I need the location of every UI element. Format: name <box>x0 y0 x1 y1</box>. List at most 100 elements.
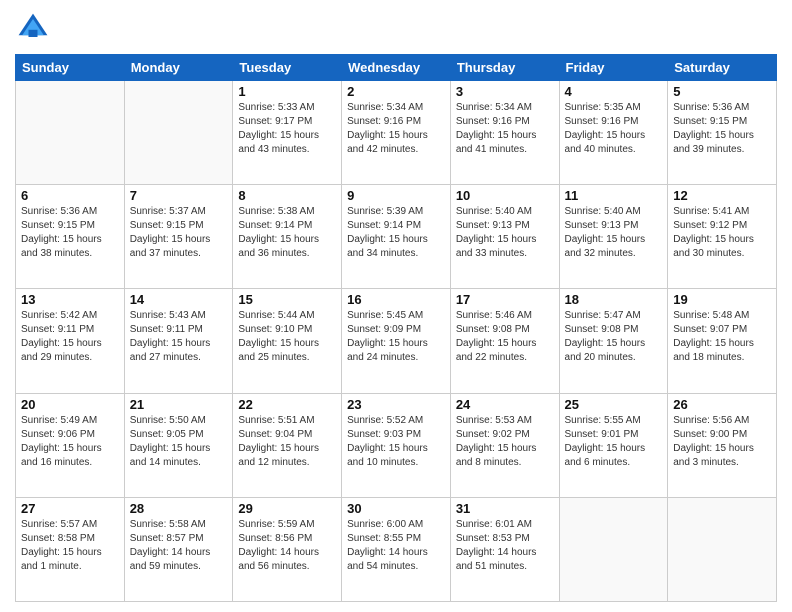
day-info: Sunrise: 5:47 AM Sunset: 9:08 PM Dayligh… <box>565 309 663 365</box>
day-info: Sunrise: 5:34 AM Sunset: 9:16 PM Dayligh… <box>456 101 554 157</box>
logo <box>15 10 55 46</box>
calendar-cell <box>124 81 233 185</box>
calendar-cell: 30Sunrise: 6:00 AM Sunset: 8:55 PM Dayli… <box>342 497 451 601</box>
calendar-week-3: 13 Sunrise: 5:42 AM Sunset: 9:11 PM Dayli… <box>16 289 777 393</box>
logo-icon <box>15 10 51 46</box>
calendar-cell: 29 Sunrise: 5:59 AM Sunset: 8:56 PM Dayli… <box>233 497 342 601</box>
day-header-monday: Monday <box>124 55 233 81</box>
day-number: 16 <box>347 292 445 307</box>
day-number: 23 <box>347 397 445 412</box>
day-info: Sunrise: 5:52 AM Sunset: 9:03 PM Dayligh… <box>347 414 445 470</box>
day-number: 11 <box>565 188 663 203</box>
day-info: Sunrise: 5:48 AM Sunset: 9:07 PM Dayligh… <box>673 309 771 365</box>
calendar-cell: 11 Sunrise: 5:40 AM Sunset: 9:13 PM Dayli… <box>559 185 668 289</box>
calendar-cell: 2 Sunrise: 5:34 AM Sunset: 9:16 PM Daylig… <box>342 81 451 185</box>
day-info: Sunrise: 5:58 AM Sunset: 8:57 PM Dayligh… <box>130 518 228 574</box>
calendar-cell: 6 Sunrise: 5:36 AM Sunset: 9:15 PM Daylig… <box>16 185 125 289</box>
day-number: 9 <box>347 188 445 203</box>
calendar-cell: 21 Sunrise: 5:50 AM Sunset: 9:05 PM Dayli… <box>124 393 233 497</box>
calendar-cell <box>16 81 125 185</box>
day-info: Sunrise: 5:40 AM Sunset: 9:13 PM Dayligh… <box>565 205 663 261</box>
day-number: 30 <box>347 501 445 516</box>
day-number: 31 <box>456 501 554 516</box>
day-number: 4 <box>565 84 663 99</box>
day-info: Sunrise: 5:45 AM Sunset: 9:09 PM Dayligh… <box>347 309 445 365</box>
day-number: 29 <box>238 501 336 516</box>
day-number: 12 <box>673 188 771 203</box>
day-info: Sunrise: 5:38 AM Sunset: 9:14 PM Dayligh… <box>238 205 336 261</box>
day-info: Sunrise: 5:56 AM Sunset: 9:00 PM Dayligh… <box>673 414 771 470</box>
day-info: Sunrise: 5:42 AM Sunset: 9:11 PM Dayligh… <box>21 309 119 365</box>
calendar-cell: 10Sunrise: 5:40 AM Sunset: 9:13 PM Dayli… <box>450 185 559 289</box>
calendar-cell: 25 Sunrise: 5:55 AM Sunset: 9:01 PM Dayli… <box>559 393 668 497</box>
calendar-header-row: SundayMondayTuesdayWednesdayThursdayFrid… <box>16 55 777 81</box>
calendar-cell: 15 Sunrise: 5:44 AM Sunset: 9:10 PM Dayli… <box>233 289 342 393</box>
day-info: Sunrise: 5:35 AM Sunset: 9:16 PM Dayligh… <box>565 101 663 157</box>
day-info: Sunrise: 5:40 AM Sunset: 9:13 PM Dayligh… <box>456 205 554 261</box>
day-number: 1 <box>238 84 336 99</box>
day-header-friday: Friday <box>559 55 668 81</box>
calendar-cell: 19Sunrise: 5:48 AM Sunset: 9:07 PM Dayli… <box>668 289 777 393</box>
day-info: Sunrise: 5:37 AM Sunset: 9:15 PM Dayligh… <box>130 205 228 261</box>
day-info: Sunrise: 5:59 AM Sunset: 8:56 PM Dayligh… <box>238 518 336 574</box>
calendar-week-1: 1 Sunrise: 5:33 AM Sunset: 9:17 PM Daylig… <box>16 81 777 185</box>
calendar-cell: 24 Sunrise: 5:53 AM Sunset: 9:02 PM Dayli… <box>450 393 559 497</box>
day-header-sunday: Sunday <box>16 55 125 81</box>
day-number: 24 <box>456 397 554 412</box>
day-info: Sunrise: 5:49 AM Sunset: 9:06 PM Dayligh… <box>21 414 119 470</box>
calendar-cell: 31 Sunrise: 6:01 AM Sunset: 8:53 PM Dayli… <box>450 497 559 601</box>
calendar-cell: 12 Sunrise: 5:41 AM Sunset: 9:12 PM Dayli… <box>668 185 777 289</box>
calendar-cell: 13 Sunrise: 5:42 AM Sunset: 9:11 PM Dayli… <box>16 289 125 393</box>
day-info: Sunrise: 5:36 AM Sunset: 9:15 PM Dayligh… <box>673 101 771 157</box>
day-info: Sunrise: 5:34 AM Sunset: 9:16 PM Dayligh… <box>347 101 445 157</box>
calendar-cell: 16 Sunrise: 5:45 AM Sunset: 9:09 PM Dayli… <box>342 289 451 393</box>
calendar-cell: 4 Sunrise: 5:35 AM Sunset: 9:16 PM Daylig… <box>559 81 668 185</box>
day-number: 26 <box>673 397 771 412</box>
day-number: 21 <box>130 397 228 412</box>
calendar-week-5: 27Sunrise: 5:57 AM Sunset: 8:58 PM Dayli… <box>16 497 777 601</box>
day-info: Sunrise: 5:51 AM Sunset: 9:04 PM Dayligh… <box>238 414 336 470</box>
day-number: 15 <box>238 292 336 307</box>
calendar-cell: 17 Sunrise: 5:46 AM Sunset: 9:08 PM Dayli… <box>450 289 559 393</box>
day-number: 20 <box>21 397 119 412</box>
calendar-table: SundayMondayTuesdayWednesdayThursdayFrid… <box>15 54 777 602</box>
day-number: 2 <box>347 84 445 99</box>
calendar-week-4: 20 Sunrise: 5:49 AM Sunset: 9:06 PM Dayli… <box>16 393 777 497</box>
day-number: 25 <box>565 397 663 412</box>
calendar-cell <box>559 497 668 601</box>
calendar-cell: 5 Sunrise: 5:36 AM Sunset: 9:15 PM Daylig… <box>668 81 777 185</box>
day-info: Sunrise: 5:44 AM Sunset: 9:10 PM Dayligh… <box>238 309 336 365</box>
day-number: 8 <box>238 188 336 203</box>
day-header-thursday: Thursday <box>450 55 559 81</box>
day-number: 28 <box>130 501 228 516</box>
day-info: Sunrise: 5:53 AM Sunset: 9:02 PM Dayligh… <box>456 414 554 470</box>
calendar-cell: 26 Sunrise: 5:56 AM Sunset: 9:00 PM Dayli… <box>668 393 777 497</box>
day-info: Sunrise: 5:46 AM Sunset: 9:08 PM Dayligh… <box>456 309 554 365</box>
calendar-week-2: 6 Sunrise: 5:36 AM Sunset: 9:15 PM Daylig… <box>16 185 777 289</box>
calendar-cell: 22Sunrise: 5:51 AM Sunset: 9:04 PM Dayli… <box>233 393 342 497</box>
day-number: 17 <box>456 292 554 307</box>
day-info: Sunrise: 6:01 AM Sunset: 8:53 PM Dayligh… <box>456 518 554 574</box>
day-number: 13 <box>21 292 119 307</box>
day-number: 14 <box>130 292 228 307</box>
day-info: Sunrise: 5:55 AM Sunset: 9:01 PM Dayligh… <box>565 414 663 470</box>
calendar-cell: 3 Sunrise: 5:34 AM Sunset: 9:16 PM Daylig… <box>450 81 559 185</box>
calendar-cell: 18Sunrise: 5:47 AM Sunset: 9:08 PM Dayli… <box>559 289 668 393</box>
day-info: Sunrise: 5:36 AM Sunset: 9:15 PM Dayligh… <box>21 205 119 261</box>
day-info: Sunrise: 5:41 AM Sunset: 9:12 PM Dayligh… <box>673 205 771 261</box>
day-header-tuesday: Tuesday <box>233 55 342 81</box>
day-number: 7 <box>130 188 228 203</box>
calendar-cell: 27Sunrise: 5:57 AM Sunset: 8:58 PM Dayli… <box>16 497 125 601</box>
day-number: 6 <box>21 188 119 203</box>
calendar-cell <box>668 497 777 601</box>
calendar-cell: 9 Sunrise: 5:39 AM Sunset: 9:14 PM Daylig… <box>342 185 451 289</box>
day-number: 3 <box>456 84 554 99</box>
calendar-cell: 1 Sunrise: 5:33 AM Sunset: 9:17 PM Daylig… <box>233 81 342 185</box>
day-number: 5 <box>673 84 771 99</box>
day-info: Sunrise: 5:39 AM Sunset: 9:14 PM Dayligh… <box>347 205 445 261</box>
day-header-wednesday: Wednesday <box>342 55 451 81</box>
calendar-cell: 20 Sunrise: 5:49 AM Sunset: 9:06 PM Dayli… <box>16 393 125 497</box>
day-info: Sunrise: 5:33 AM Sunset: 9:17 PM Dayligh… <box>238 101 336 157</box>
day-info: Sunrise: 5:50 AM Sunset: 9:05 PM Dayligh… <box>130 414 228 470</box>
calendar-cell: 28 Sunrise: 5:58 AM Sunset: 8:57 PM Dayli… <box>124 497 233 601</box>
